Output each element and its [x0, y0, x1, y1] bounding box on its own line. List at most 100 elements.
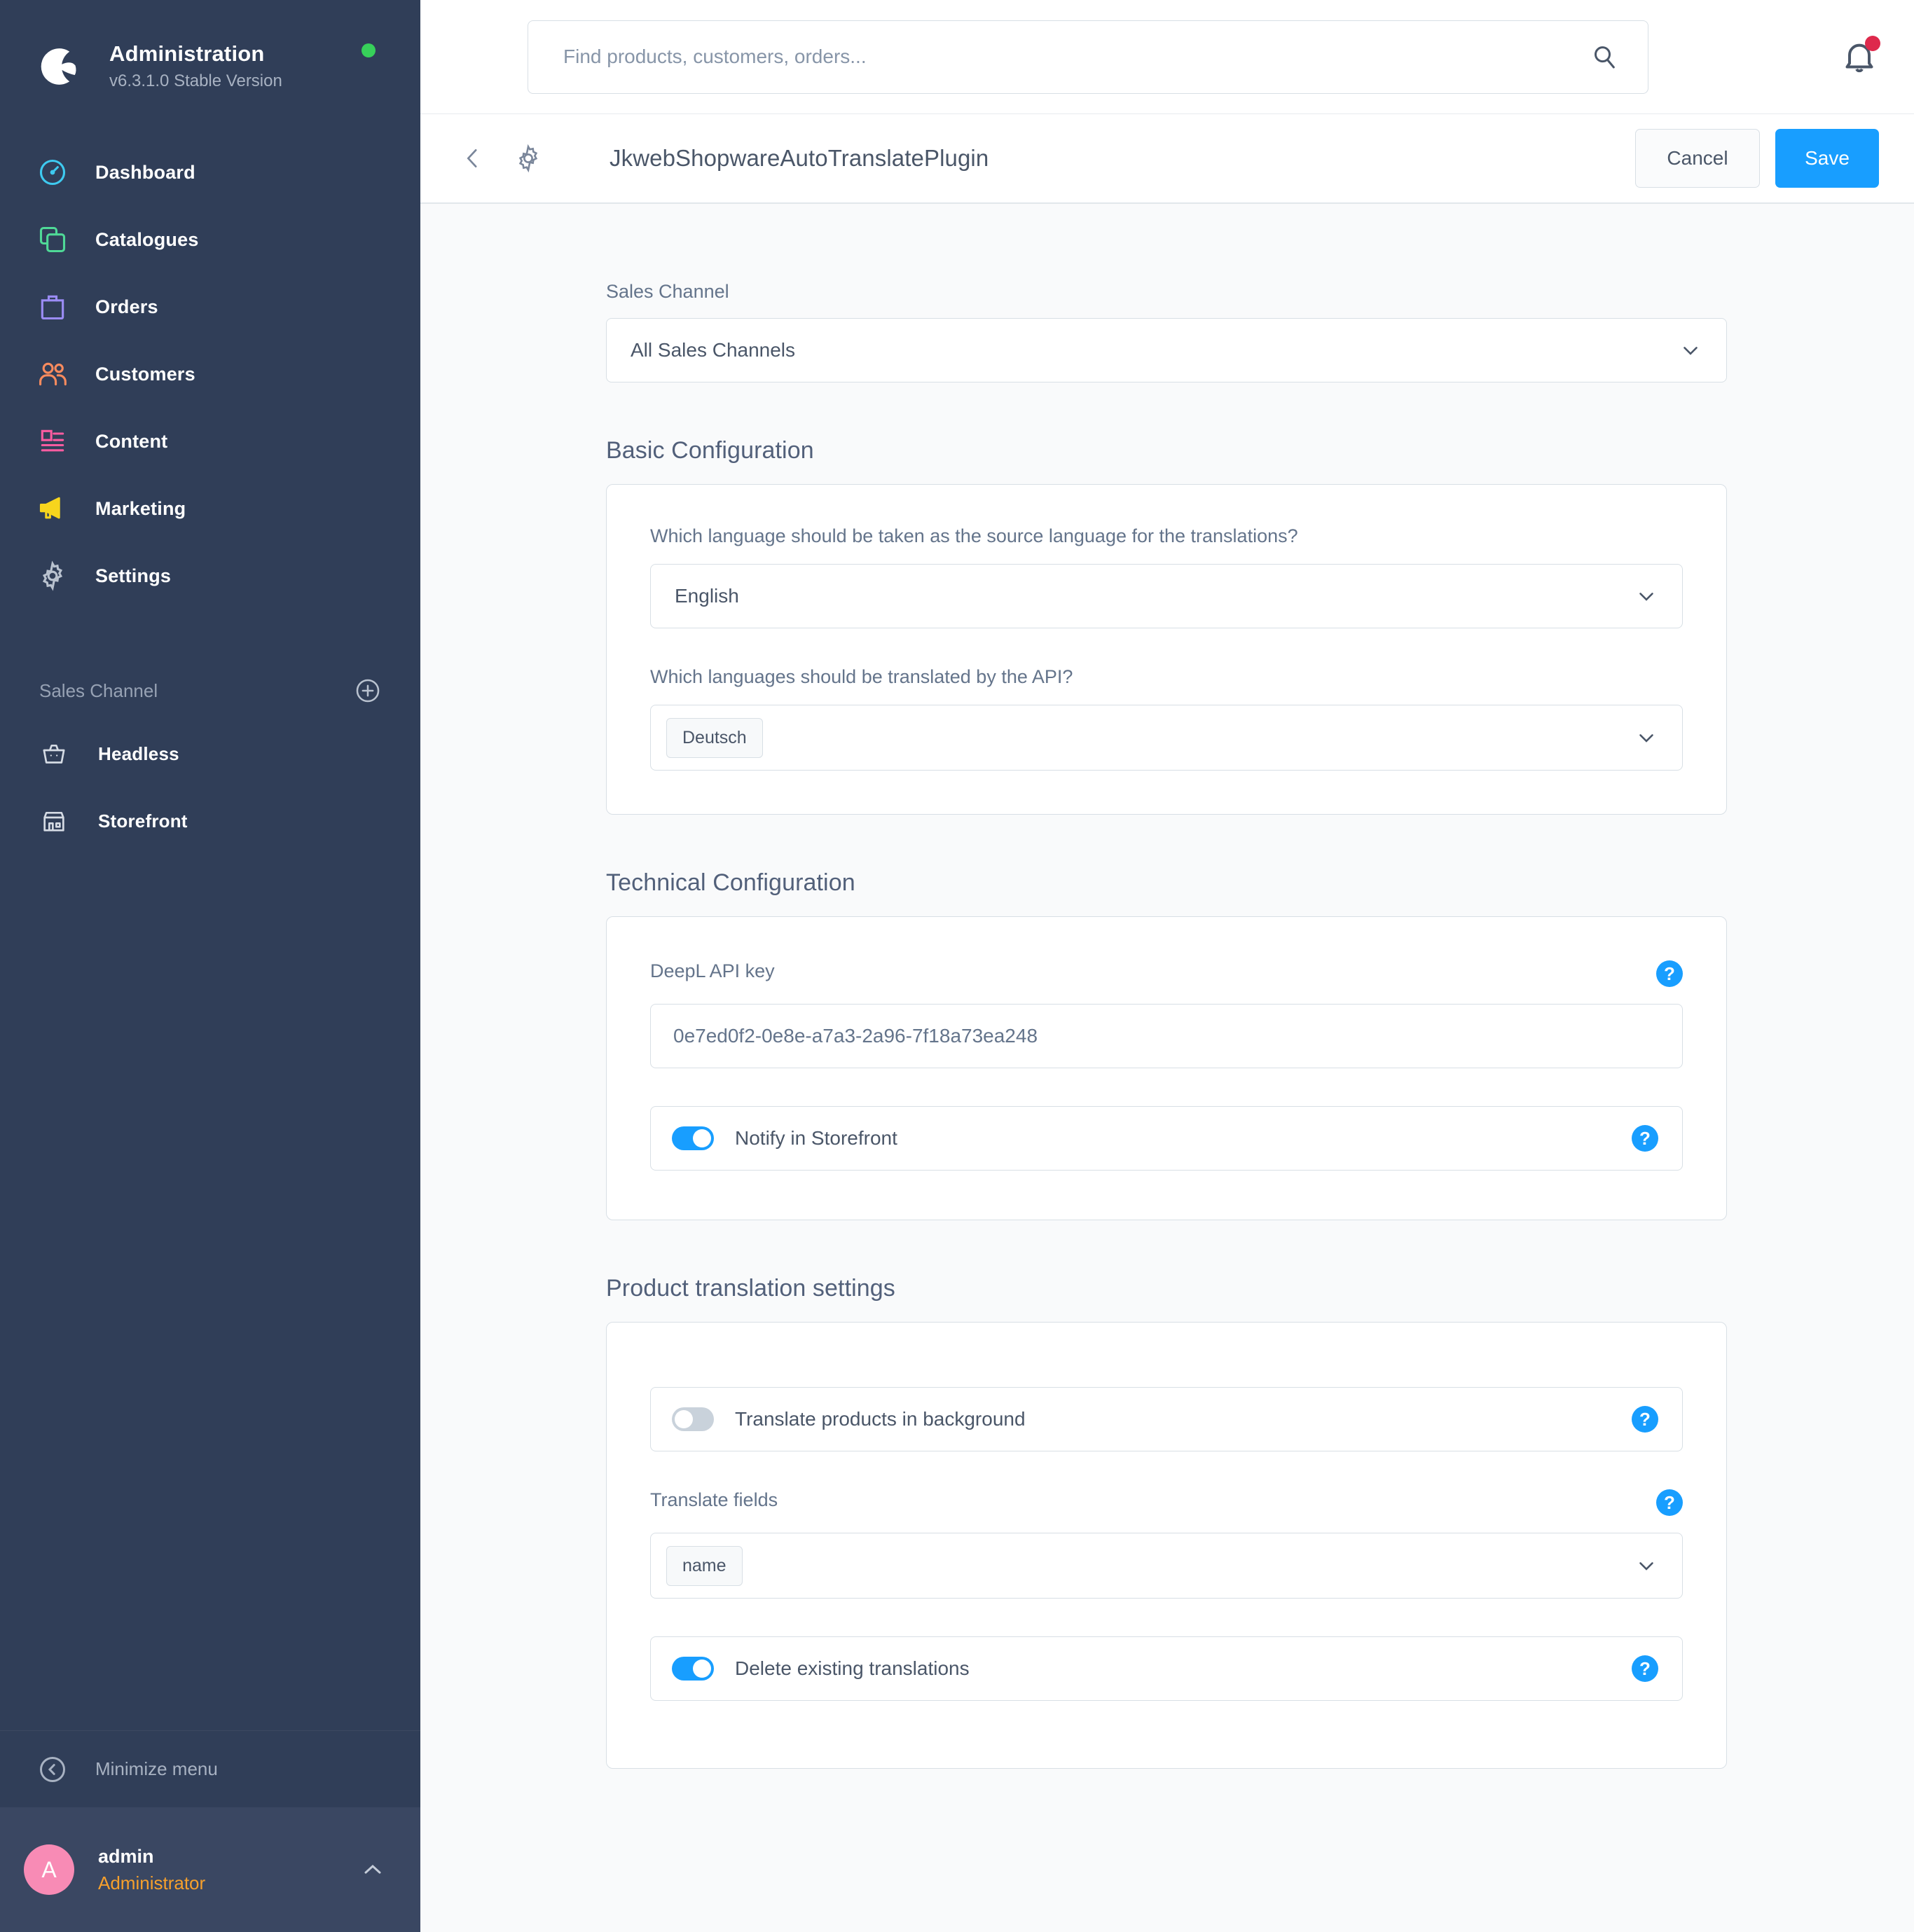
chevron-left-icon[interactable] [459, 144, 487, 172]
toggle-knob [693, 1660, 711, 1678]
basket-icon [35, 735, 73, 773]
gear-icon [34, 557, 71, 595]
basic-configuration-card: Which language should be taken as the so… [606, 484, 1727, 815]
translate-fields-head: Translate fields ? [650, 1489, 1683, 1516]
api-key-head: DeepL API key ? [650, 960, 1683, 987]
content-inner: Sales Channel All Sales Channels Basic C… [606, 281, 1727, 1769]
sidebar-section-sales-channel: Sales Channel [0, 661, 420, 720]
minimize-menu-label: Minimize menu [95, 1758, 218, 1779]
basic-configuration-heading: Basic Configuration [606, 437, 814, 464]
page-content: Sales Channel All Sales Channels Basic C… [420, 204, 1914, 1932]
sidebar-item-orders[interactable]: Orders [0, 273, 420, 340]
search-wrapper [420, 20, 1756, 94]
sidebar-item-label: Orders [95, 296, 158, 317]
avatar: A [24, 1844, 74, 1895]
sidebar-item-dashboard[interactable]: Dashboard [0, 139, 420, 206]
help-icon[interactable]: ? [1632, 1655, 1658, 1682]
api-languages-select[interactable]: Deutsch [650, 705, 1683, 771]
api-key-field: DeepL API key ? [650, 960, 1683, 1068]
user-info: admin Administrator [98, 1844, 359, 1896]
sidebar-item-marketing[interactable]: Marketing [0, 475, 420, 542]
sidebar-item-settings[interactable]: Settings [0, 542, 420, 609]
delete-translations-row: Delete existing translations ? [650, 1636, 1683, 1701]
sidebar-item-label: Customers [95, 363, 195, 385]
source-language-label: Which language should be taken as the so… [650, 525, 1298, 546]
chevron-down-icon [1639, 1562, 1653, 1571]
api-key-input[interactable] [650, 1004, 1683, 1068]
translate-fields-label: Translate fields [650, 1489, 778, 1510]
sidebar-item-catalogues[interactable]: Catalogues [0, 206, 420, 273]
sidebar-channel-storefront[interactable]: Storefront [0, 787, 420, 855]
sidebar-item-label: Settings [95, 565, 172, 586]
sales-channel-label: Sales Channel [606, 281, 729, 302]
notify-storefront-label: Notify in Storefront [735, 1127, 897, 1149]
people-icon [34, 355, 71, 393]
delete-translations-toggle[interactable] [672, 1657, 714, 1681]
main-area: JkwebShopwareAutoTranslatePlugin Cancel … [420, 0, 1914, 1932]
source-language-select[interactable]: English [650, 564, 1683, 628]
sidebar-section-title: Sales Channel [39, 679, 158, 701]
sidebar-brand-version: v6.3.1.0 Stable Version [109, 71, 282, 90]
search-icon[interactable] [1590, 43, 1618, 71]
delete-translations-field: Delete existing translations ? [650, 1636, 1683, 1701]
search-input[interactable] [528, 20, 1648, 93]
user-profile[interactable]: A admin Administrator [0, 1807, 420, 1932]
page-actions: Cancel Save [1635, 129, 1879, 188]
notifications-button[interactable] [1840, 36, 1880, 76]
gear-icon[interactable] [514, 144, 543, 173]
notify-storefront-toggle[interactable] [672, 1126, 714, 1150]
sidebar-channel-headless[interactable]: Headless [0, 720, 420, 787]
save-button[interactable]: Save [1775, 129, 1879, 188]
shop-icon [35, 802, 73, 840]
cancel-button[interactable]: Cancel [1635, 129, 1760, 188]
notification-badge [1865, 36, 1880, 51]
source-language-field: Which language should be taken as the so… [650, 525, 1683, 628]
plus-circle-icon[interactable] [354, 677, 381, 704]
page-title: JkwebShopwareAutoTranslatePlugin [610, 145, 989, 171]
bag-icon [34, 288, 71, 326]
translate-fields-select[interactable]: name [650, 1533, 1683, 1599]
megaphone-icon [34, 490, 71, 527]
sidebar-item-customers[interactable]: Customers [0, 340, 420, 408]
sidebar-item-content[interactable]: Content [0, 408, 420, 475]
app-root: Administration v6.3.1.0 Stable Version D… [0, 0, 1914, 1932]
page-header: JkwebShopwareAutoTranslatePlugin Cancel … [420, 114, 1914, 204]
chevron-down-icon [1639, 593, 1653, 601]
chevron-up-icon[interactable] [359, 1856, 387, 1884]
notify-storefront-row: Notify in Storefront ? [650, 1106, 1683, 1171]
sidebar-item-label: Catalogues [95, 228, 199, 250]
help-icon[interactable]: ? [1632, 1125, 1658, 1152]
sidebar: Administration v6.3.1.0 Stable Version D… [0, 0, 420, 1932]
technical-configuration-heading: Technical Configuration [606, 869, 855, 896]
api-languages-label: Which languages should be translated by … [650, 666, 1073, 687]
notify-storefront-field: Notify in Storefront ? [650, 1106, 1683, 1171]
sidebar-item-label: Dashboard [95, 161, 195, 183]
sales-channel-select[interactable]: All Sales Channels [606, 318, 1727, 382]
language-chip[interactable]: Deutsch [666, 717, 763, 758]
help-icon[interactable]: ? [1656, 1489, 1683, 1516]
search-box[interactable] [528, 20, 1648, 94]
sales-channel-value: All Sales Channels [631, 339, 796, 361]
content-icon [34, 422, 71, 460]
gauge-icon [34, 153, 71, 191]
chevron-down-icon [1639, 734, 1653, 743]
product-translation-card: Translate products in background ? Trans… [606, 1322, 1727, 1769]
minimize-menu-button[interactable]: Minimize menu [0, 1730, 420, 1807]
translate-fields-field: Translate fields ? name [650, 1489, 1683, 1599]
sidebar-brand[interactable]: Administration v6.3.1.0 Stable Version [0, 0, 420, 105]
status-dot [362, 43, 376, 57]
api-languages-field: Which languages should be translated by … [650, 666, 1683, 771]
sidebar-nav: Dashboard Catalogues Orders Customers Co… [0, 139, 420, 609]
sidebar-channel-label: Headless [98, 743, 179, 764]
sidebar-item-label: Content [95, 430, 168, 452]
translate-background-toggle[interactable] [672, 1407, 714, 1431]
delete-translations-label: Delete existing translations [735, 1657, 970, 1679]
field-chip[interactable]: name [666, 1545, 743, 1586]
sidebar-item-label: Marketing [95, 497, 186, 519]
sales-channel-field: Sales Channel All Sales Channels [606, 281, 1727, 382]
chevron-left-circle-icon [34, 1751, 71, 1788]
user-role: Administrator [98, 1872, 206, 1893]
help-icon[interactable]: ? [1656, 960, 1683, 987]
help-icon[interactable]: ? [1632, 1406, 1658, 1433]
